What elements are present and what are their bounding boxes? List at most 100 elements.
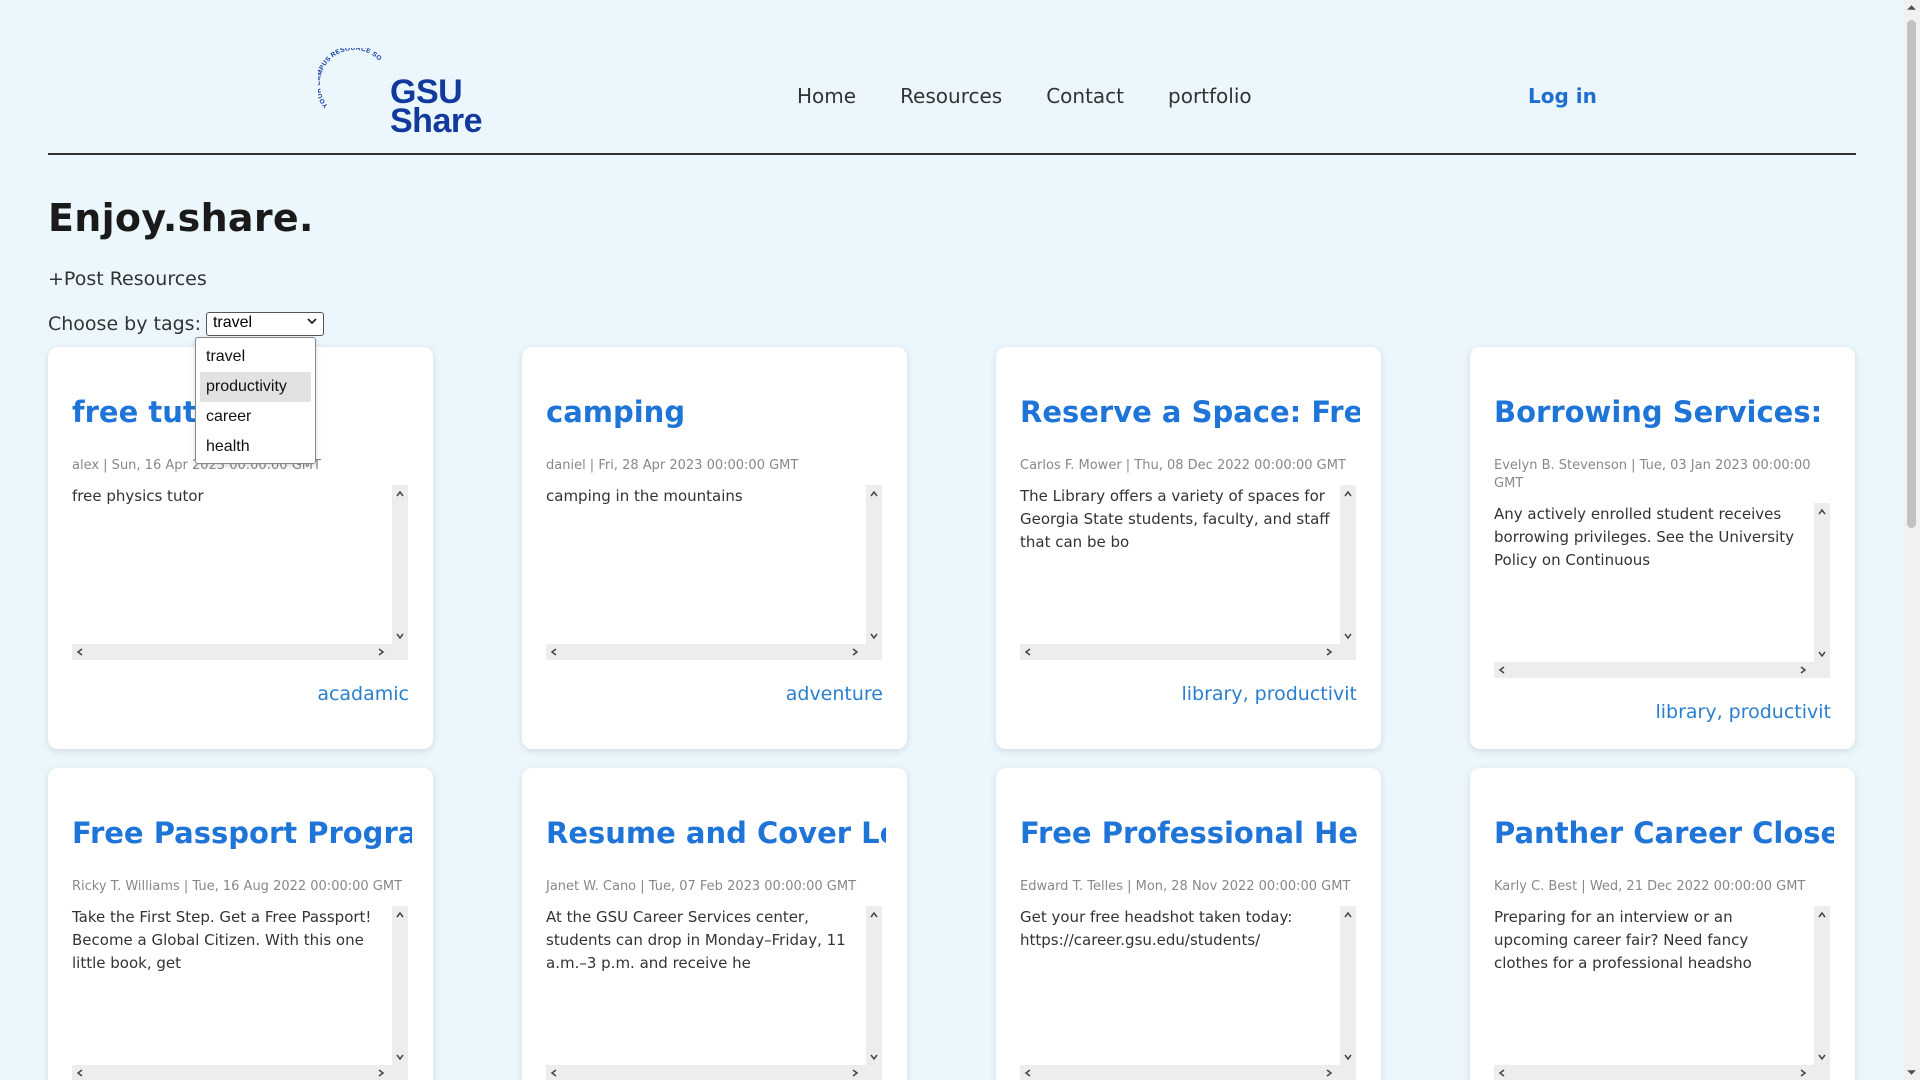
scroll-up-icon[interactable]	[395, 910, 405, 920]
scroll-down-icon[interactable]	[869, 631, 879, 641]
scroll-right-icon[interactable]	[376, 1068, 386, 1078]
scroll-up-icon[interactable]	[869, 489, 879, 499]
card-title[interactable]: Reserve a Space: Fre	[1020, 395, 1360, 429]
page-scroll-down-icon[interactable]	[1906, 1067, 1917, 1078]
scroll-left-icon[interactable]	[1497, 665, 1507, 675]
scroll-left-icon[interactable]	[1497, 1068, 1507, 1078]
vertical-scrollbar[interactable]	[392, 485, 408, 645]
scroll-down-icon[interactable]	[1817, 649, 1827, 659]
card-title[interactable]: Borrowing Services:	[1494, 395, 1834, 429]
resource-card[interactable]: Resume and Cover Let Janet W. Cano | Tue…	[522, 768, 907, 1080]
card-description[interactable]: camping in the mountains	[546, 485, 882, 660]
scroll-down-icon[interactable]	[1343, 1052, 1353, 1062]
horizontal-scrollbar[interactable]	[546, 644, 882, 660]
resource-card[interactable]: camping daniel | Fri, 28 Apr 2023 00:00:…	[522, 347, 907, 749]
scroll-up-icon[interactable]	[869, 910, 879, 920]
card-title[interactable]: Free Professional He	[1020, 816, 1360, 850]
resource-card[interactable]: Free Professional He Edward T. Telles | …	[996, 768, 1381, 1080]
scroll-down-icon[interactable]	[869, 1052, 879, 1062]
card-tags[interactable]: acadamic	[317, 683, 409, 705]
page-scroll-thumb[interactable]	[1907, 20, 1916, 528]
scroll-up-icon[interactable]	[1817, 910, 1827, 920]
card-description-text: Any actively enrolled student receives b…	[1494, 505, 1795, 569]
horizontal-scrollbar[interactable]	[1020, 1065, 1356, 1080]
scroll-right-icon[interactable]	[850, 647, 860, 657]
nav-home[interactable]: Home	[797, 84, 856, 108]
scroll-down-icon[interactable]	[1817, 1052, 1827, 1062]
horizontal-scrollbar[interactable]	[1020, 644, 1356, 660]
scroll-right-icon[interactable]	[1324, 647, 1334, 657]
scroll-right-icon[interactable]	[1798, 1068, 1808, 1078]
card-title[interactable]: Resume and Cover Let	[546, 816, 886, 850]
card-title[interactable]: Panther Career Close	[1494, 816, 1834, 850]
tag-select[interactable]: travel	[205, 312, 324, 336]
logo-text: GSU Share	[390, 75, 483, 140]
vertical-scrollbar[interactable]	[1340, 906, 1356, 1066]
horizontal-scrollbar[interactable]	[72, 1065, 408, 1080]
horizontal-scrollbar[interactable]	[1494, 1065, 1830, 1080]
vertical-scrollbar[interactable]	[1814, 906, 1830, 1066]
nav-resources[interactable]: Resources	[900, 84, 1002, 108]
nav-portfolio[interactable]: portfolio	[1168, 84, 1252, 108]
card-description[interactable]: The Library offers a variety of spaces f…	[1020, 485, 1356, 660]
resource-card[interactable]: Reserve a Space: Fre Carlos F. Mower | T…	[996, 347, 1381, 749]
scroll-left-icon[interactable]	[1023, 647, 1033, 657]
scroll-left-icon[interactable]	[1023, 1068, 1033, 1078]
scroll-up-icon[interactable]	[395, 489, 405, 499]
logo-line2: Share	[390, 102, 483, 140]
card-description[interactable]: Any actively enrolled student receives b…	[1494, 503, 1830, 678]
horizontal-scrollbar[interactable]	[546, 1065, 882, 1080]
tag-option-productivity[interactable]: productivity	[200, 372, 311, 402]
page-scroll-up-icon[interactable]	[1906, 2, 1917, 13]
scroll-up-icon[interactable]	[1343, 910, 1353, 920]
card-description-text: The Library offers a variety of spaces f…	[1020, 487, 1330, 551]
card-title[interactable]: camping	[546, 395, 886, 429]
post-resources-link[interactable]: +Post Resources	[48, 268, 207, 290]
tag-select-value: travel	[212, 314, 253, 331]
card-description[interactable]: free physics tutor	[72, 485, 408, 660]
vertical-scrollbar[interactable]	[866, 485, 882, 645]
vertical-scrollbar[interactable]	[866, 906, 882, 1066]
scroll-left-icon[interactable]	[75, 647, 85, 657]
card-tags[interactable]: library, productivit	[1181, 683, 1357, 705]
scroll-down-icon[interactable]	[1343, 631, 1353, 641]
scroll-right-icon[interactable]	[1324, 1068, 1334, 1078]
vertical-scrollbar[interactable]	[1340, 485, 1356, 645]
card-description[interactable]: At the GSU Career Services center, stude…	[546, 906, 882, 1080]
scroll-left-icon[interactable]	[549, 647, 559, 657]
tag-option-travel[interactable]: travel	[200, 342, 311, 372]
scroll-right-icon[interactable]	[850, 1068, 860, 1078]
scroll-down-icon[interactable]	[395, 1052, 405, 1062]
svg-text:YOUR CAMPUS RESOURCE SOLUTION: YOUR CAMPUS RESOURCE SOLUTION	[318, 48, 383, 109]
nav-contact[interactable]: Contact	[1046, 84, 1124, 108]
horizontal-scrollbar[interactable]	[1494, 662, 1830, 678]
card-tags[interactable]: adventure	[786, 683, 883, 705]
scroll-up-icon[interactable]	[1343, 489, 1353, 499]
scroll-down-icon[interactable]	[395, 631, 405, 641]
tag-option-career[interactable]: career	[200, 402, 311, 432]
resource-card[interactable]: Borrowing Services: Evelyn B. Stevenson …	[1470, 347, 1855, 749]
scroll-right-icon[interactable]	[1798, 665, 1808, 675]
tag-option-health[interactable]: health	[200, 432, 311, 462]
main-nav: Home Resources Contact portfolio	[797, 84, 1252, 108]
logo-arc-icon: YOUR CAMPUS RESOURCE SOLUTION	[318, 48, 383, 109]
scroll-left-icon[interactable]	[549, 1068, 559, 1078]
scroll-right-icon[interactable]	[376, 647, 386, 657]
card-meta: Janet W. Cano | Tue, 07 Feb 2023 00:00:0…	[546, 879, 857, 894]
card-description[interactable]: Preparing for an interview or an upcomin…	[1494, 906, 1830, 1080]
login-link[interactable]: Log in	[1528, 84, 1597, 108]
vertical-scrollbar[interactable]	[392, 906, 408, 1066]
resource-card[interactable]: Panther Career Close Karly C. Best | Wed…	[1470, 768, 1855, 1080]
vertical-scrollbar[interactable]	[1814, 503, 1830, 663]
card-title[interactable]: Free Passport Progra	[72, 816, 412, 850]
scroll-left-icon[interactable]	[75, 1068, 85, 1078]
resource-card[interactable]: Free Passport Progra Ricky T. Williams |…	[48, 768, 433, 1080]
horizontal-scrollbar[interactable]	[72, 644, 408, 660]
page-scrollbar[interactable]	[1903, 0, 1920, 1080]
gsu-share-logo[interactable]: YOUR CAMPUS RESOURCE SOLUTION GSU Share	[318, 48, 498, 143]
card-description[interactable]: Take the First Step. Get a Free Passport…	[72, 906, 408, 1080]
card-tags[interactable]: library, productivit	[1655, 701, 1831, 723]
scroll-up-icon[interactable]	[1817, 507, 1827, 517]
page-title: Enjoy.share.	[48, 196, 314, 240]
card-description[interactable]: Get your free headshot taken today: http…	[1020, 906, 1356, 1080]
